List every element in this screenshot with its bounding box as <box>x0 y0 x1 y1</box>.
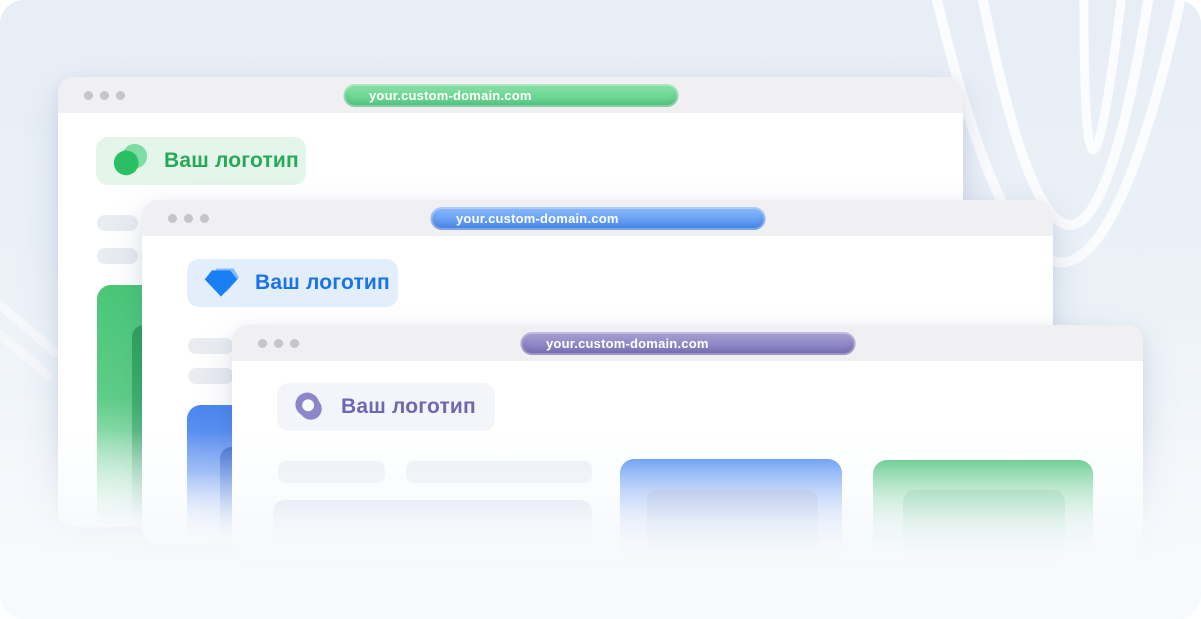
browser-chrome: your.custom-domain.com <box>58 77 963 113</box>
placeholder-text-line <box>97 248 138 264</box>
placeholder-text-line <box>406 461 592 483</box>
browser-chrome: your.custom-domain.com <box>232 325 1143 361</box>
logo-text: Ваш логотип <box>341 395 476 419</box>
window-control-dot[interactable] <box>274 339 283 348</box>
address-bar-url: your.custom-domain.com <box>343 84 678 107</box>
window-control-dot[interactable] <box>100 91 109 100</box>
window-control-dot[interactable] <box>200 214 209 223</box>
logo-badge[interactable]: Ваш логотип <box>96 137 306 185</box>
content-card-blue <box>620 459 842 567</box>
window-control-dot[interactable] <box>116 91 125 100</box>
placeholder-text-line <box>97 215 138 231</box>
address-bar[interactable]: your.custom-domain.com <box>520 332 855 355</box>
placeholder-text-line <box>188 338 234 354</box>
placeholder-text-line <box>188 368 234 384</box>
placeholder-text-line <box>278 461 385 483</box>
browser-window-purple: your.custom-domain.com Ваш логотип <box>232 325 1143 560</box>
window-control-dot[interactable] <box>184 214 193 223</box>
address-bar[interactable]: your.custom-domain.com <box>430 207 765 230</box>
logo-badge[interactable]: Ваш логотип <box>187 259 398 307</box>
placeholder-banner <box>273 500 592 555</box>
donut-icon <box>292 390 326 424</box>
window-control-dot[interactable] <box>84 91 93 100</box>
logo-text: Ваш логотип <box>164 149 299 173</box>
content-card-inner <box>903 490 1065 566</box>
window-control-dot[interactable] <box>168 214 177 223</box>
content-card-green <box>873 460 1093 568</box>
window-controls[interactable] <box>258 325 299 361</box>
address-bar[interactable]: your.custom-domain.com <box>343 84 678 107</box>
address-bar-url: your.custom-domain.com <box>520 332 855 355</box>
address-bar-url: your.custom-domain.com <box>430 207 765 230</box>
overlapping-circles-icon <box>111 142 149 180</box>
browser-chrome: your.custom-domain.com <box>142 200 1053 236</box>
window-control-dot[interactable] <box>290 339 299 348</box>
window-controls[interactable] <box>168 200 209 236</box>
window-controls[interactable] <box>84 77 125 113</box>
logo-badge[interactable]: Ваш логотип <box>277 383 495 431</box>
logo-text: Ваш логотип <box>255 271 390 295</box>
window-control-dot[interactable] <box>258 339 267 348</box>
content-card-inner <box>647 489 818 565</box>
hero-illustration: your.custom-domain.com Ваш логотип <box>0 0 1201 619</box>
diamond-icon <box>202 266 240 300</box>
